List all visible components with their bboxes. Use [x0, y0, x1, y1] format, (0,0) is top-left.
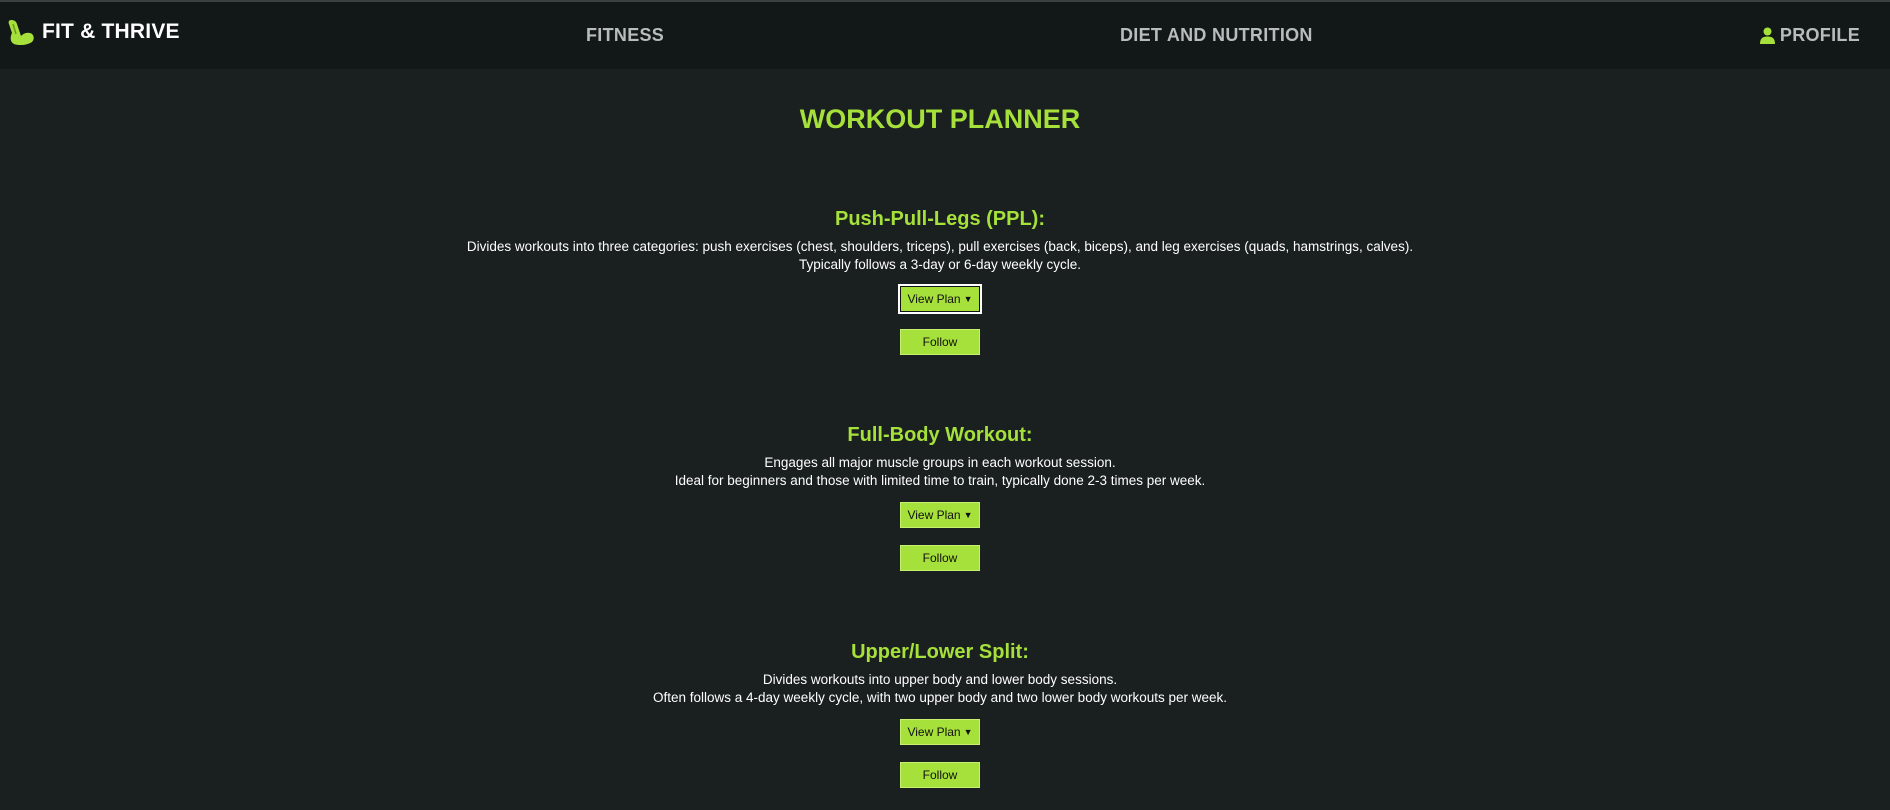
view-plan-button[interactable]: View Plan ▼	[898, 284, 982, 314]
user-icon	[1759, 27, 1775, 44]
brand-name: FIT & THRIVE	[42, 20, 180, 43]
plan-section-upper-lower: Upper/Lower Split: Divides workouts into…	[0, 638, 1880, 788]
nav-link-profile[interactable]: PROFILE	[1759, 25, 1860, 46]
caret-down-icon: ▼	[963, 727, 973, 737]
profile-label: PROFILE	[1779, 25, 1860, 45]
nav-link-diet-and-nutrition[interactable]: DIET AND NUTRITION	[1120, 25, 1313, 46]
navbar: FIT & THRIVE FITNESS DIET AND NUTRITION …	[0, 2, 1890, 69]
plan-description-line-2: Ideal for beginners and those with limit…	[674, 473, 1206, 488]
view-plan-label: View Plan	[907, 292, 961, 306]
plan-title: Push-Pull-Legs (PPL):	[835, 208, 1045, 230]
plan-description-line-1: Divides workouts into three categories: …	[466, 239, 1414, 254]
caret-down-icon: ▼	[963, 294, 973, 304]
view-plan-label: View Plan	[907, 508, 961, 522]
plan-description-line-2: Often follows a 4-day weekly cycle, with…	[652, 690, 1228, 705]
plan-section-ppl: Push-Pull-Legs (PPL): Divides workouts i…	[0, 205, 1880, 355]
view-plan-label: View Plan	[907, 725, 961, 739]
follow-button[interactable]: Follow	[900, 762, 980, 788]
plan-description-line-1: Divides workouts into upper body and low…	[762, 672, 1118, 687]
plan-title: Full-Body Workout:	[847, 424, 1033, 446]
page-title: WORKOUT PLANNER	[799, 104, 1081, 134]
follow-button[interactable]: Follow	[900, 545, 980, 571]
view-plan-button[interactable]: View Plan ▼	[900, 719, 980, 745]
plan-title: Upper/Lower Split:	[851, 641, 1029, 663]
caret-down-icon: ▼	[963, 510, 973, 520]
plan-description-line-1: Engages all major muscle groups in each …	[764, 455, 1116, 470]
flexed-arm-icon	[8, 20, 34, 46]
nav-link-fitness[interactable]: FITNESS	[586, 25, 664, 46]
plan-section-full-body: Full-Body Workout: Engages all major mus…	[0, 421, 1880, 571]
plan-description-line-2: Typically follows a 3-day or 6-day weekl…	[798, 257, 1082, 272]
view-plan-button[interactable]: View Plan ▼	[900, 502, 980, 528]
brand-logo[interactable]: FIT & THRIVE	[6, 15, 180, 49]
follow-button[interactable]: Follow	[900, 329, 980, 355]
